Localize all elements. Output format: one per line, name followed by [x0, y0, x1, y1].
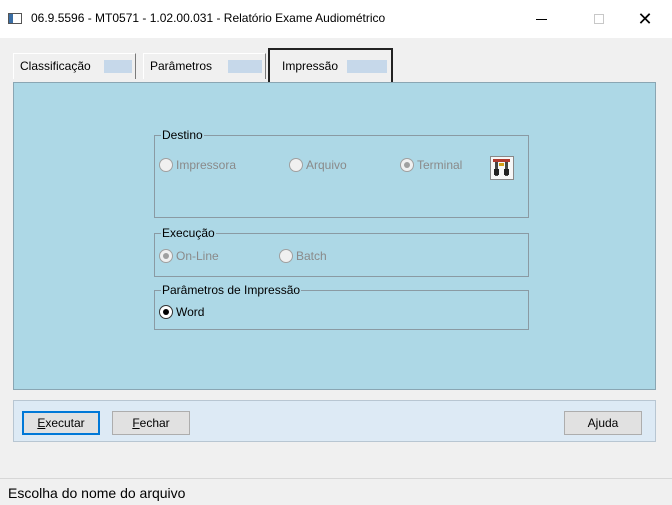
- radio-impressora[interactable]: Impressora: [159, 158, 236, 172]
- button-bar: Executar Fechar Aj uda: [13, 400, 656, 442]
- status-bar: Escolha do nome do arquivo: [0, 478, 672, 505]
- window-title: 06.9.5596 - MT0571 - 1.02.00.031 - Relat…: [31, 11, 386, 25]
- parametros-impressao-group: Parâmetros de Impressão Word: [154, 283, 529, 330]
- close-button[interactable]: ✕: [622, 0, 668, 38]
- tab-parametros[interactable]: Parâmetros: [143, 53, 266, 79]
- tab-classificacao[interactable]: Classificação: [13, 53, 136, 79]
- radio-online[interactable]: On-Line: [159, 249, 219, 263]
- executar-button[interactable]: Executar: [22, 411, 100, 435]
- minimize-button[interactable]: [518, 0, 564, 38]
- app-icon[interactable]: [8, 13, 22, 24]
- tab-label: Parâmetros: [150, 59, 213, 73]
- tab-strip: Classificação Parâmetros Impressão: [0, 38, 672, 83]
- printer-setup-icon[interactable]: [490, 156, 514, 180]
- minimize-icon: [535, 18, 547, 20]
- radio-arquivo[interactable]: Arquivo: [289, 158, 347, 172]
- destino-group: Destino Impressora Arquivo Terminal: [154, 128, 529, 218]
- tab-label: Classificação: [20, 59, 91, 73]
- fechar-button[interactable]: Fechar: [112, 411, 190, 435]
- radio-terminal[interactable]: Terminal: [400, 158, 462, 172]
- radio-batch[interactable]: Batch: [279, 249, 327, 263]
- execucao-title: Execução: [161, 226, 216, 240]
- impressao-panel: Destino Impressora Arquivo Terminal Exec…: [13, 82, 656, 390]
- maximize-icon: [594, 14, 604, 24]
- maximize-button[interactable]: [576, 0, 622, 38]
- radio-word[interactable]: Word: [159, 305, 204, 319]
- parametros-impressao-title: Parâmetros de Impressão: [161, 283, 302, 297]
- title-bar: 06.9.5596 - MT0571 - 1.02.00.031 - Relat…: [0, 0, 672, 38]
- ajuda-button[interactable]: Aj uda: [564, 411, 642, 435]
- status-text: Escolha do nome do arquivo: [8, 485, 186, 501]
- destino-title: Destino: [161, 128, 204, 142]
- tab-label: Impressão: [282, 59, 339, 73]
- close-icon: ✕: [637, 8, 653, 29]
- tab-impressao[interactable]: Impressão: [268, 48, 393, 83]
- execucao-group: Execução On-Line Batch: [154, 226, 529, 277]
